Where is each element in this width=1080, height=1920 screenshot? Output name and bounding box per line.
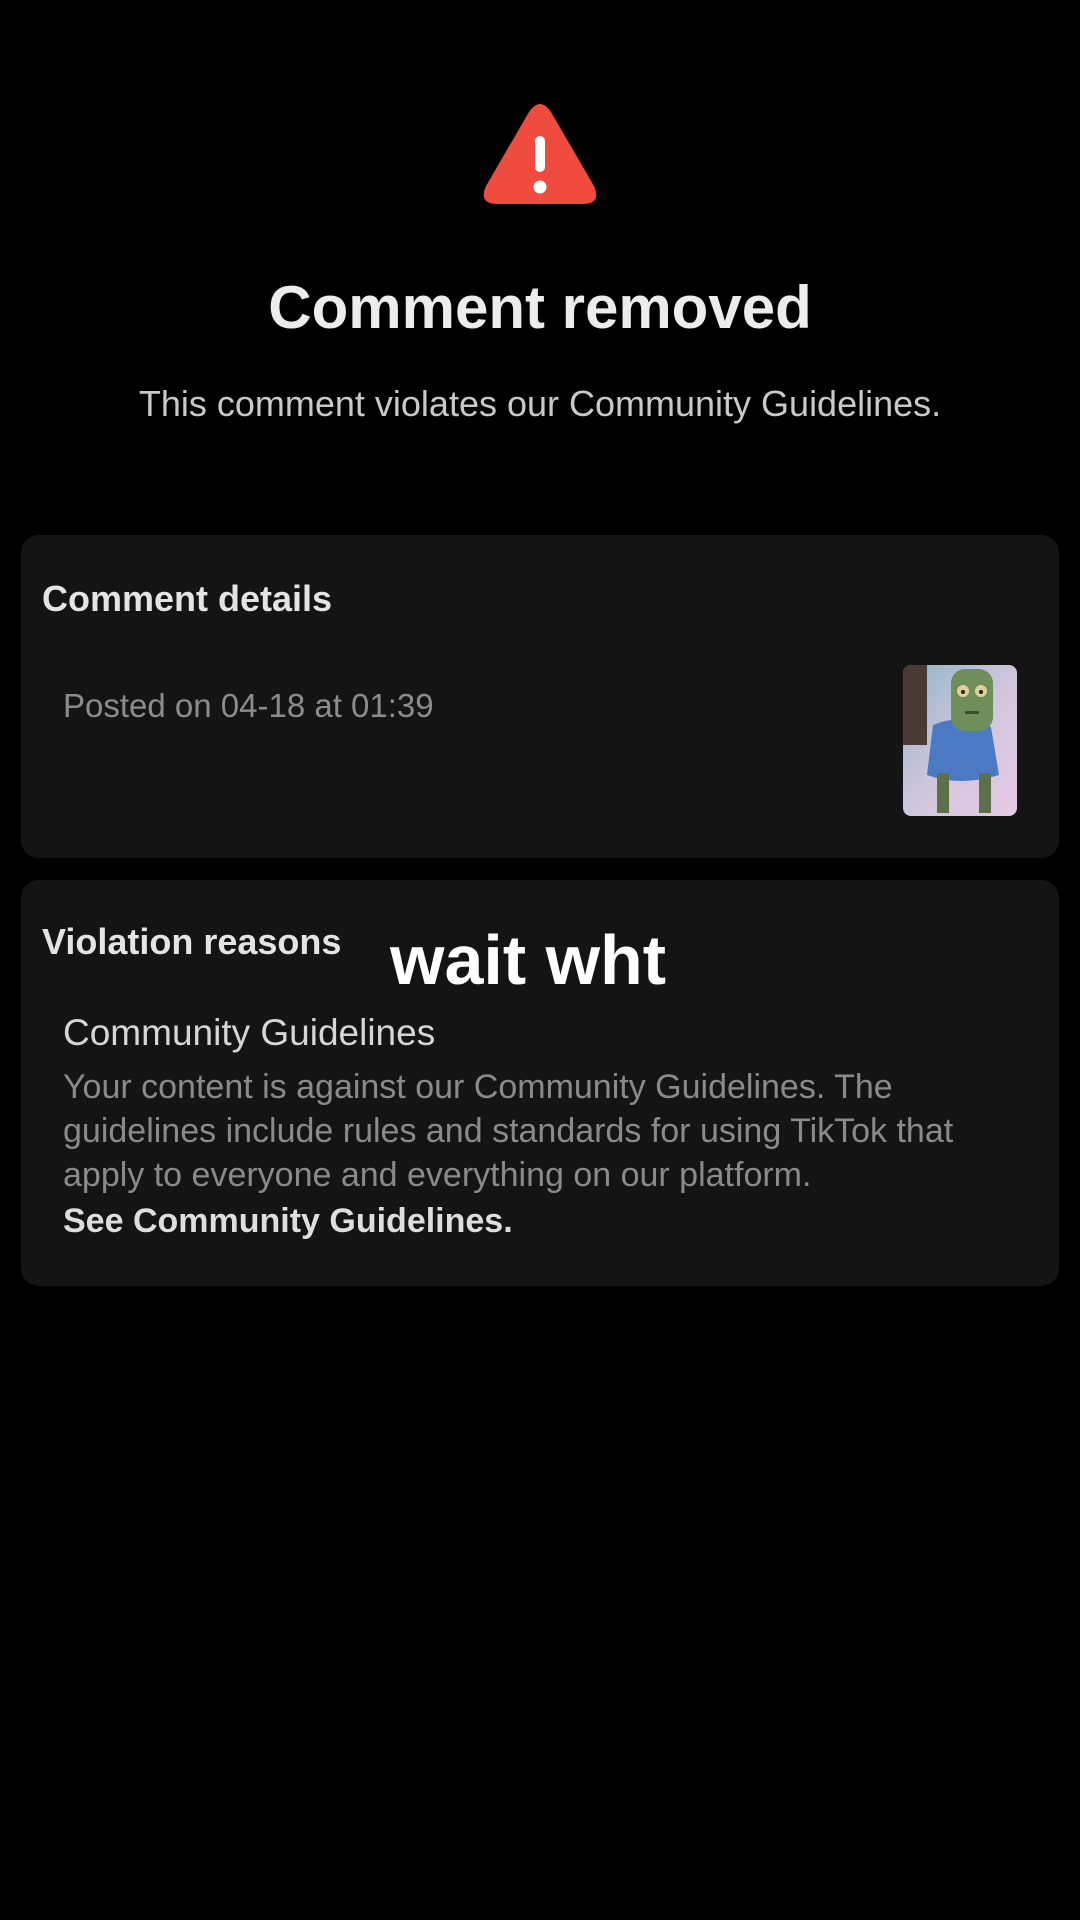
see-community-guidelines-link[interactable]: See Community Guidelines. (63, 1199, 513, 1243)
page-title: Comment removed (268, 274, 812, 341)
violation-reasons-heading: Violation reasons (42, 921, 342, 962)
reason-title: Community Guidelines (63, 1012, 436, 1053)
overlay-caption: wait wht (390, 921, 667, 999)
video-thumbnail[interactable] (903, 665, 1017, 816)
comment-details-heading: Comment details (42, 578, 333, 619)
page-subtitle: This comment violates our Community Guid… (138, 383, 942, 424)
reason-description: Your content is against our Community Gu… (63, 1068, 954, 1194)
warning-triangle-icon (482, 100, 598, 206)
posted-date: Posted on 04-18 at 01:39 (63, 687, 434, 724)
